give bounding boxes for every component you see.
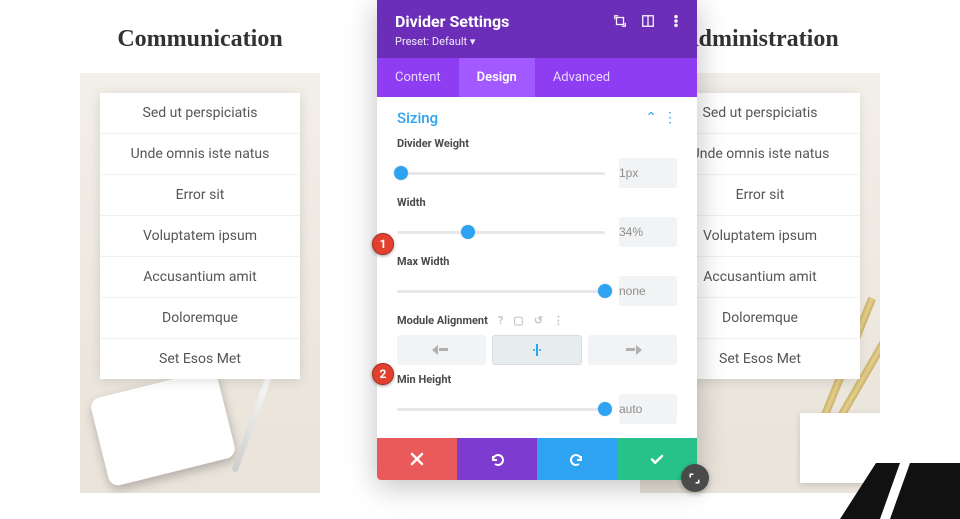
input-max-width[interactable] xyxy=(619,276,677,306)
column-list: Sed ut perspiciatis Unde omnis iste natu… xyxy=(100,93,300,379)
input-divider-weight[interactable] xyxy=(619,158,677,188)
modal-footer xyxy=(377,438,697,480)
align-right-button[interactable] xyxy=(588,335,677,365)
slider-min-height[interactable] xyxy=(397,400,605,418)
label-width: Width xyxy=(397,196,677,209)
undo-button[interactable] xyxy=(457,438,537,480)
section-title: Sizing xyxy=(397,109,438,127)
calendar-illustration xyxy=(800,413,880,483)
label-module-alignment: Module Alignment ? ▢ ↺ ⋮ xyxy=(397,314,677,327)
section-header[interactable]: Sizing ⌃ ⋮ xyxy=(397,109,677,127)
more-icon[interactable] xyxy=(669,14,683,28)
list-item[interactable]: Set Esos Met xyxy=(100,339,300,379)
align-left-button[interactable] xyxy=(397,335,486,365)
input-width[interactable] xyxy=(619,217,677,247)
modal-header-icons xyxy=(613,14,683,28)
tab-advanced[interactable]: Advanced xyxy=(535,58,628,97)
label-min-height: Min Height xyxy=(397,373,677,386)
collapse-icon[interactable]: ⌃ xyxy=(645,110,657,126)
help-icon[interactable]: ? xyxy=(498,314,503,327)
list-item[interactable]: Error sit xyxy=(100,175,300,216)
slider-divider-weight[interactable] xyxy=(397,164,605,182)
divider-settings-modal: Divider Settings Preset: Default ▾ Conte… xyxy=(377,0,697,480)
slider-max-width[interactable] xyxy=(397,282,605,300)
column-title: Communication xyxy=(80,26,320,53)
callout-1: 1 xyxy=(372,233,394,255)
list-item[interactable]: Unde omnis iste natus xyxy=(100,134,300,175)
column-bg: Sed ut perspiciatis Unde omnis iste natu… xyxy=(80,73,320,493)
preset-dropdown[interactable]: Preset: Default ▾ xyxy=(395,35,679,48)
modal-body: Sizing ⌃ ⋮ Divider Weight Width Max Widt… xyxy=(377,97,697,438)
columns-icon[interactable] xyxy=(641,14,655,28)
tablet-illustration xyxy=(89,369,237,488)
responsive-icon[interactable]: ▢ xyxy=(513,314,523,327)
label-max-width: Max Width xyxy=(397,255,677,268)
input-min-height[interactable] xyxy=(619,394,677,424)
modal-tabs: Content Design Advanced xyxy=(377,58,697,97)
list-item[interactable]: Doloremque xyxy=(100,298,300,339)
callout-2: 2 xyxy=(372,363,394,385)
alignment-segmented xyxy=(397,335,677,365)
slider-width[interactable] xyxy=(397,223,605,241)
modal-header[interactable]: Divider Settings Preset: Default ▾ xyxy=(377,0,697,58)
reset-icon[interactable]: ↺ xyxy=(534,314,543,327)
stylus-illustration xyxy=(231,367,274,472)
column-communication: Communication Sed ut perspiciatis Unde o… xyxy=(80,26,320,493)
list-item[interactable]: Voluptatem ipsum xyxy=(100,216,300,257)
cancel-button[interactable] xyxy=(377,438,457,480)
tab-design[interactable]: Design xyxy=(459,58,535,97)
tab-content[interactable]: Content xyxy=(377,58,459,97)
list-item[interactable]: Sed ut perspiciatis xyxy=(100,93,300,134)
expand-icon[interactable] xyxy=(613,14,627,28)
align-center-button[interactable] xyxy=(492,335,581,365)
list-item[interactable]: Accusantium amit xyxy=(100,257,300,298)
label-divider-weight: Divider Weight xyxy=(397,137,677,150)
resize-handle[interactable] xyxy=(681,464,709,492)
redo-button[interactable] xyxy=(537,438,617,480)
field-options-icon[interactable]: ⋮ xyxy=(553,314,564,327)
